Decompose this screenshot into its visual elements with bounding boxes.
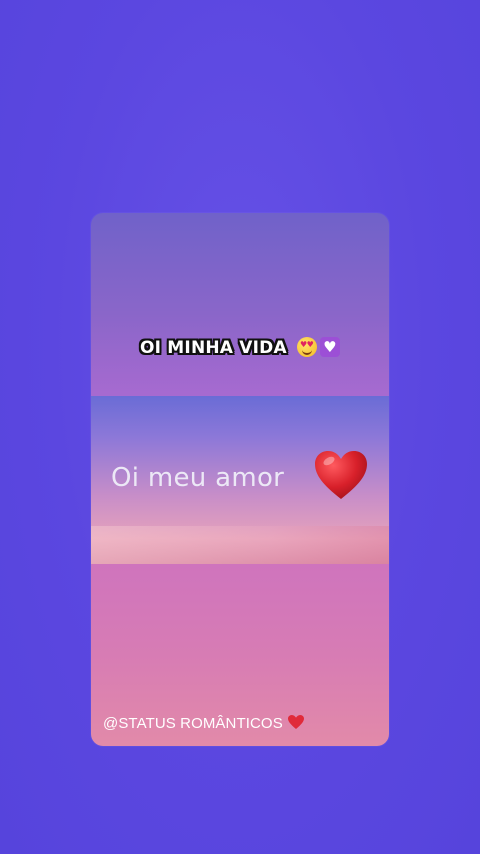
sky-band-top: [91, 213, 389, 396]
main-message: Oi meu amor: [111, 463, 285, 493]
top-caption-text: OI MINHA VIDA: [140, 338, 287, 358]
white-heart-emoji-icon: ♥: [319, 337, 340, 357]
story-card[interactable]: OI MINHA VIDA ♥ Oi meu amor @STATUS ROMÂ…: [91, 213, 389, 746]
account-handle-text: @STATUS ROMÂNTICOS: [103, 715, 283, 732]
heart-eyes-emoji-icon: [296, 337, 317, 357]
account-handle[interactable]: @STATUS ROMÂNTICOS: [103, 714, 305, 732]
red-heart-icon: [315, 451, 367, 499]
top-caption: OI MINHA VIDA ♥: [91, 337, 389, 358]
small-red-heart-icon: [287, 715, 304, 729]
